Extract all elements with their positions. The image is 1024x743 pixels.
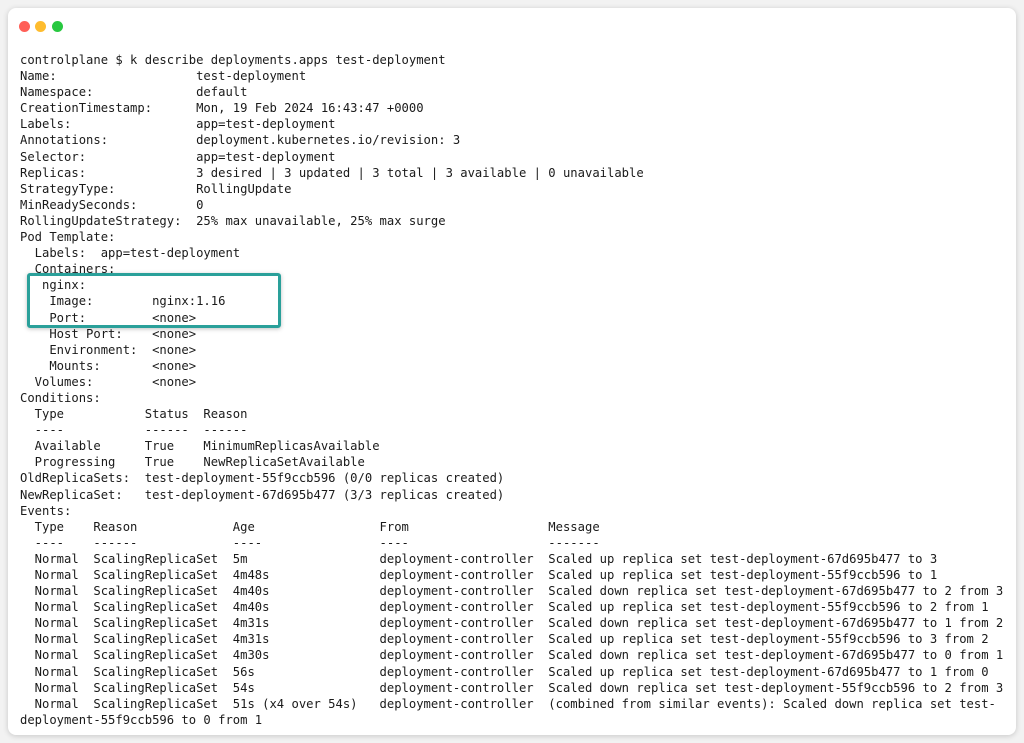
terminal-line: Normal ScalingReplicaSet 4m31s deploymen… (20, 616, 1004, 631)
terminal-line: Pod Template: (20, 230, 116, 245)
terminal-line: deployment-55f9ccb596 to 0 from 1 (20, 712, 263, 727)
terminal-window: controlplane $ k describe deployments.ap… (8, 8, 1016, 735)
nginx-highlight-box (27, 273, 281, 328)
terminal-line: Normal ScalingReplicaSet 4m31s deploymen… (20, 632, 989, 647)
terminal-line: Annotations: deployment.kubernetes.io/re… (20, 133, 461, 148)
terminal-line: controlplane $ k describe deployments.ap… (20, 53, 446, 67)
terminal-line: NewReplicaSet: test-deployment-67d695b47… (20, 487, 505, 502)
terminal-line: Type Reason Age From Message (20, 519, 600, 534)
terminal-line: ---- ------ ---- ---- ------- (20, 535, 600, 550)
terminal-line: Replicas: 3 desired | 3 updated | 3 tota… (20, 165, 644, 180)
terminal-line: StrategyType: RollingUpdate (20, 181, 292, 196)
terminal-line: ---- ------ ------ (20, 423, 248, 438)
terminal-line: Name: test-deployment (20, 69, 307, 84)
terminal-line: Normal ScalingReplicaSet 4m40s deploymen… (20, 600, 989, 615)
maximize-dot-icon[interactable] (52, 21, 63, 32)
terminal-line: Progressing True NewReplicaSetAvailable (20, 455, 365, 470)
minimize-dot-icon[interactable] (35, 21, 46, 32)
terminal-line: Available True MinimumReplicasAvailable (20, 439, 380, 454)
terminal-line: Normal ScalingReplicaSet 51s (x4 over 54… (20, 696, 996, 711)
terminal-line: Mounts: <none> (20, 358, 197, 373)
terminal-line: MinReadySeconds: 0 (20, 197, 204, 212)
terminal-output[interactable]: controlplane $ k describe deployments.ap… (20, 52, 1010, 728)
terminal-line: Conditions: (20, 390, 101, 405)
terminal-line: Normal ScalingReplicaSet 54s deployment-… (20, 680, 1004, 695)
terminal-line: Normal ScalingReplicaSet 4m40s deploymen… (20, 584, 1004, 599)
terminal-line: Events: (20, 503, 72, 518)
terminal-line: Normal ScalingReplicaSet 4m30s deploymen… (20, 648, 1004, 663)
terminal-line: Normal ScalingReplicaSet 5m deployment-c… (20, 551, 938, 566)
terminal-line: RollingUpdateStrategy: 25% max unavailab… (20, 213, 446, 228)
terminal-line: Normal ScalingReplicaSet 56s deployment-… (20, 664, 989, 679)
terminal-line: OldReplicaSets: test-deployment-55f9ccb5… (20, 471, 505, 486)
terminal-line: Host Port: <none> (20, 326, 197, 341)
terminal-line: Labels: app=test-deployment (20, 117, 336, 132)
terminal-line: Namespace: default (20, 85, 248, 100)
terminal-line: Selector: app=test-deployment (20, 149, 336, 164)
terminal-line: Labels: app=test-deployment (20, 246, 241, 261)
title-bar (8, 8, 1016, 44)
terminal-line: CreationTimestamp: Mon, 19 Feb 2024 16:4… (20, 101, 424, 116)
terminal-line: Normal ScalingReplicaSet 4m48s deploymen… (20, 568, 938, 582)
terminal-line: Volumes: <none> (20, 374, 197, 389)
close-dot-icon[interactable] (19, 21, 30, 32)
terminal-line: Environment: <none> (20, 342, 197, 357)
terminal-line: Type Status Reason (20, 407, 248, 422)
